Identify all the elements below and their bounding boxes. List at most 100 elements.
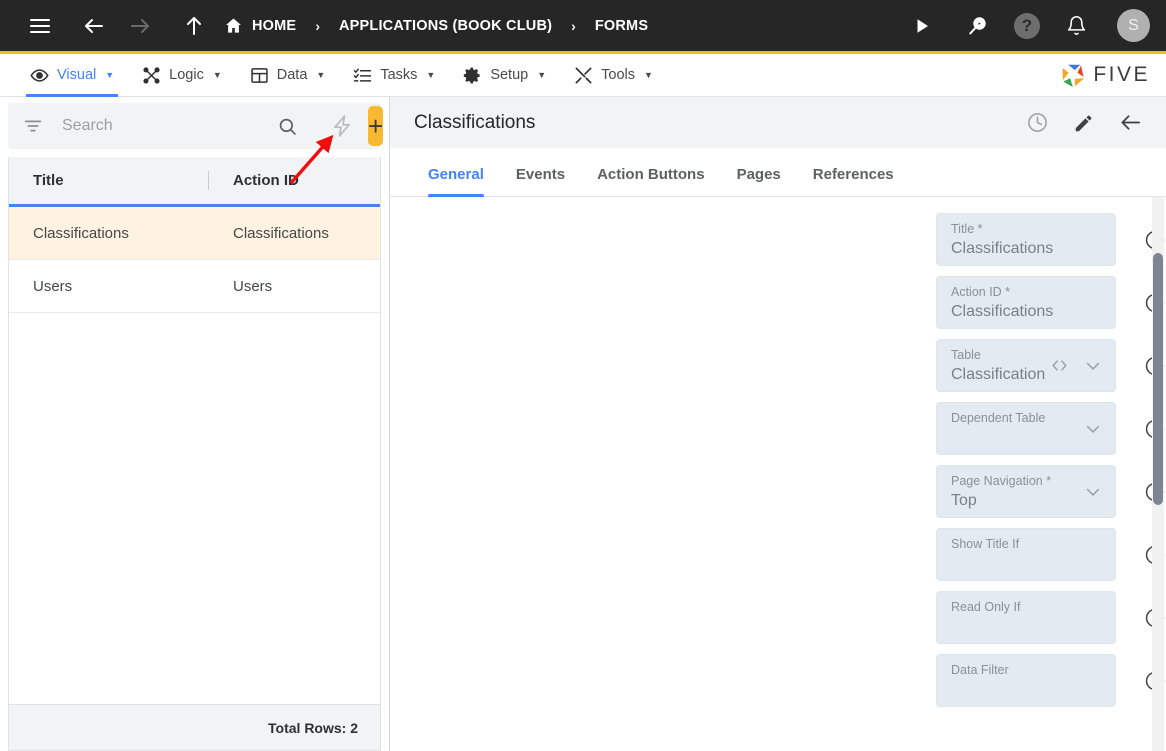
notifications-bell-icon[interactable] (1056, 6, 1096, 46)
total-rows-label: Total Rows: 2 (9, 704, 380, 750)
field-value: Top (951, 492, 977, 509)
column-header-title[interactable]: Title (9, 157, 209, 204)
filter-icon[interactable] (22, 115, 44, 137)
cell-title: Classifications (33, 224, 129, 242)
column-header-action-id[interactable]: Action ID (209, 157, 380, 204)
field-affordances (1083, 419, 1103, 439)
sidebar: + Title Action ID Classifications Classi… (0, 97, 390, 751)
field-table[interactable]: Table Classification (936, 339, 1116, 392)
form-scrollbar[interactable] (1152, 197, 1164, 751)
records-table: Title Action ID Classifications Classifi… (8, 157, 381, 751)
module-menu-bar: Visual ▼ Logic ▼ Data ▼ Tasks ▼ Setup ▼ … (0, 54, 1166, 97)
form-row-read-only-if: Read Only If (390, 591, 1166, 644)
form-row-table: Table Classification (390, 339, 1166, 392)
chevron-down-icon[interactable] (1083, 419, 1103, 439)
menu-label: Data (276, 67, 308, 83)
edit-pencil-icon[interactable] (1073, 112, 1095, 134)
form-fields: Title * Classifications Action ID * Clas… (390, 213, 1166, 707)
detail-header: Classifications (390, 97, 1166, 148)
form-scrollbar-thumb[interactable] (1153, 253, 1163, 505)
detail-panel: Classifications General Events Action Bu… (390, 97, 1166, 751)
field-affordances (1050, 356, 1103, 376)
breadcrumb-label: HOME (252, 17, 297, 34)
chevron-down-icon: ▼ (212, 70, 222, 80)
field-read-only-if[interactable]: Read Only If (936, 591, 1116, 644)
gear-icon (463, 66, 482, 85)
arrow-right-icon[interactable] (120, 6, 160, 46)
field-label: Read Only If (951, 600, 1021, 614)
menu-item-data[interactable]: Data ▼ (236, 54, 340, 97)
history-clock-icon[interactable] (1026, 111, 1049, 134)
field-label: Dependent Table (951, 411, 1046, 425)
chevron-down-icon[interactable] (1083, 356, 1103, 376)
code-icon[interactable] (1050, 356, 1069, 375)
tab-pages[interactable]: Pages (721, 166, 797, 196)
help-icon[interactable]: ? (1014, 12, 1040, 39)
form-row-data-filter: Data Filter (390, 654, 1166, 707)
field-dependent-table[interactable]: Dependent Table (936, 402, 1116, 455)
field-action-id[interactable]: Action ID * Classifications (936, 276, 1116, 329)
app-root: HOME › APPLICATIONS (BOOK CLUB) › FORMS (0, 0, 1166, 751)
arrow-left-icon[interactable] (74, 6, 114, 46)
detail-tabs: General Events Action Buttons Pages Refe… (390, 148, 1166, 197)
tab-general[interactable]: General (412, 166, 500, 197)
field-title[interactable]: Title * Classifications (936, 213, 1116, 266)
field-affordances (1083, 482, 1103, 502)
search-play-icon[interactable] (958, 6, 998, 46)
hamburger-icon[interactable] (20, 6, 60, 46)
form-row-page-navigation: Page Navigation * Top (390, 465, 1166, 518)
tab-events[interactable]: Events (500, 166, 581, 196)
menu-item-visual[interactable]: Visual ▼ (16, 54, 128, 97)
five-pinwheel-icon (1060, 62, 1087, 89)
field-label: Data Filter (951, 663, 1009, 677)
field-value: Classifications (951, 240, 1054, 257)
breadcrumb-item-home[interactable]: HOME (222, 12, 298, 39)
back-arrow-icon[interactable] (1119, 111, 1142, 134)
breadcrumb-separator: › (315, 17, 320, 34)
table-header-row: Title Action ID (9, 157, 380, 207)
menu-item-tasks[interactable]: Tasks ▼ (339, 54, 449, 97)
field-label: Page Navigation * (951, 474, 1052, 488)
chevron-down-icon: ▼ (426, 70, 436, 80)
grid-icon (250, 66, 269, 85)
form-row-title: Title * Classifications (390, 213, 1166, 266)
breadcrumb: HOME › APPLICATIONS (BOOK CLUB) › FORMS (222, 12, 650, 39)
menu-item-setup[interactable]: Setup ▼ (449, 54, 560, 97)
tab-action-buttons[interactable]: Action Buttons (581, 166, 720, 196)
table-row[interactable]: Users Users (9, 260, 380, 313)
table-body: Classifications Classifications Users Us… (9, 207, 380, 704)
form-row-action-id: Action ID * Classifications (390, 276, 1166, 329)
nodes-icon (142, 66, 161, 85)
field-page-navigation[interactable]: Page Navigation * Top (936, 465, 1116, 518)
run-icon[interactable] (902, 6, 942, 46)
search-icon[interactable] (269, 116, 306, 137)
breadcrumb-label: APPLICATIONS (BOOK CLUB) (338, 17, 553, 34)
search-input[interactable] (62, 117, 269, 135)
chevron-down-icon: ▼ (316, 70, 326, 80)
table-row[interactable]: Classifications Classifications (9, 207, 380, 260)
tab-references[interactable]: References (797, 166, 910, 196)
avatar[interactable]: S (1117, 9, 1150, 42)
field-data-filter[interactable]: Data Filter (936, 654, 1116, 707)
content-area: + Title Action ID Classifications Classi… (0, 97, 1166, 751)
breadcrumb-item-applications[interactable]: APPLICATIONS (BOOK CLUB) (337, 14, 554, 38)
menu-label: Setup (490, 67, 529, 83)
field-label: Show Title If (951, 537, 1020, 551)
menu-item-tools[interactable]: Tools ▼ (560, 54, 667, 97)
menu-label: Tools (601, 67, 635, 83)
field-show-title-if[interactable]: Show Title If (936, 528, 1116, 581)
field-label: Action ID * (951, 285, 1011, 299)
lightning-bolt-icon[interactable] (326, 114, 358, 138)
breadcrumb-separator: › (571, 17, 576, 34)
add-button[interactable]: + (368, 106, 384, 146)
breadcrumb-item-forms[interactable]: FORMS (593, 14, 650, 38)
page-title: Classifications (414, 111, 536, 133)
arrow-up-icon[interactable] (174, 6, 214, 46)
chevron-down-icon[interactable] (1083, 482, 1103, 502)
five-logo[interactable]: FIVE (1060, 62, 1150, 89)
field-value: Classifications (951, 303, 1054, 320)
search-toolbar: + (8, 103, 384, 149)
cell-action-id: Classifications (233, 224, 329, 242)
chevron-down-icon: ▼ (537, 70, 547, 80)
menu-item-logic[interactable]: Logic ▼ (128, 54, 236, 97)
